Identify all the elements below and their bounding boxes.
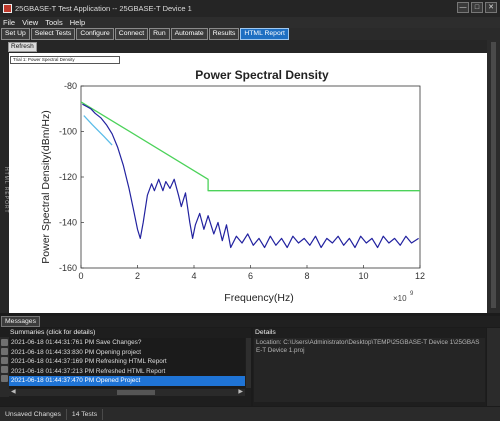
x-tick-label: 10 — [358, 271, 368, 281]
unsaved-changes-status: Unsaved Changes — [0, 408, 67, 420]
title-bar: 25GBASE-T Test Application -- 25GBASE-T … — [0, 0, 500, 17]
error-filter-icon[interactable] — [1, 357, 8, 364]
hscroll-thumb[interactable] — [117, 390, 155, 395]
psd-chart: Power Spectral Density Power Spectral De… — [40, 68, 425, 304]
clear-icon[interactable] — [1, 375, 8, 382]
tab-select-tests[interactable]: Select Tests — [30, 28, 76, 40]
y-tick-label: -140 — [59, 218, 77, 228]
scroll-left-icon[interactable]: ◀ — [11, 389, 16, 395]
report-scrollbar[interactable] — [487, 40, 500, 313]
tab-connect[interactable]: Connect — [114, 28, 149, 40]
message-list-scrollbar[interactable] — [246, 338, 251, 388]
message-list: 2021-06-18 01:44:31:761 PM Save Changes?… — [9, 338, 245, 388]
menu-file[interactable]: File — [3, 17, 15, 28]
message-sidebar — [0, 337, 9, 397]
y-tick-label: -160 — [59, 263, 77, 273]
summaries-header: Summaries (click for details) — [10, 329, 96, 336]
info-filter-icon[interactable] — [1, 339, 8, 346]
report-area: Refresh HTML REPORT Trial 1: Power Spect… — [0, 40, 500, 313]
tab-html-report[interactable]: HTML Report — [240, 28, 289, 40]
tab-run[interactable]: Run — [149, 28, 170, 40]
pin-icon[interactable] — [1, 366, 8, 373]
tab-automate[interactable]: Automate — [170, 28, 208, 40]
x-axis-label: Frequency(Hz) — [224, 292, 293, 304]
menu-help[interactable]: Help — [70, 17, 85, 28]
scroll-right-icon[interactable]: ▶ — [238, 389, 243, 395]
y-tick-label: -100 — [59, 127, 77, 137]
message-list-hscrollbar[interactable]: ◀ ▶ — [9, 389, 245, 396]
x-tick-label: 6 — [248, 271, 253, 281]
tab-set-up[interactable]: Set Up — [1, 28, 30, 40]
minimize-button[interactable]: — — [457, 2, 469, 13]
close-button[interactable]: ✕ — [485, 2, 497, 13]
details-scrollbar[interactable] — [487, 328, 500, 406]
window-controls: — □ ✕ — [457, 2, 497, 13]
tab-results[interactable]: Results — [208, 28, 240, 40]
window-title: 25GBASE-T Test Application -- 25GBASE-T … — [15, 4, 192, 13]
list-item-selected[interactable]: 2021-06-18 01:44:37:470 PM Opened Projec… — [9, 376, 245, 386]
refresh-button[interactable]: Refresh — [8, 42, 37, 52]
list-item[interactable]: 2021-06-18 01:44:33:830 PM Opening proje… — [9, 348, 245, 358]
x-tick-label: 0 — [78, 271, 83, 281]
x-exponent-label: ×10 — [393, 294, 407, 303]
app-icon — [3, 4, 12, 13]
details-panel: Details Location: C:\Users\Administrator… — [253, 328, 486, 406]
menu-bar: File View Tools Help — [0, 17, 500, 28]
list-item[interactable]: 2021-06-18 01:44:37:169 PM Refreshing HT… — [9, 357, 245, 367]
x-tick-label: 4 — [191, 271, 196, 281]
messages-tab[interactable]: Messages — [1, 316, 40, 327]
chart-title: Power Spectral Density — [195, 68, 329, 82]
status-bar: Unsaved Changes 14 Tests — [0, 407, 500, 421]
y-tick-label: -120 — [59, 172, 77, 182]
details-header: Details — [255, 329, 276, 336]
summaries-panel: Summaries (click for details) 2021-06-18… — [0, 328, 251, 406]
test-count-status: 14 Tests — [67, 408, 104, 420]
tab-bar: Set Up Select Tests Configure Connect Ru… — [0, 28, 500, 40]
list-item[interactable]: 2021-06-18 01:44:37:213 PM Refreshed HTM… — [9, 367, 245, 377]
y-tick-label: -80 — [64, 81, 77, 91]
maximize-button[interactable]: □ — [471, 2, 483, 13]
html-report-side-label: HTML REPORT — [3, 166, 9, 214]
x-tick-label: 8 — [304, 271, 309, 281]
y-axis-label: Power Spectral Density(dBm/Hz) — [40, 110, 52, 263]
x-tick-label: 2 — [135, 271, 140, 281]
menu-view[interactable]: View — [22, 17, 38, 28]
details-text: Location: C:\Users\Administrator\Desktop… — [254, 338, 485, 402]
report-scroll-thumb[interactable] — [491, 42, 496, 308]
menu-tools[interactable]: Tools — [45, 17, 63, 28]
warning-filter-icon[interactable] — [1, 348, 8, 355]
x-exponent-power: 9 — [410, 291, 414, 297]
html-report-view[interactable]: Trial 1: Power Spectral Density Power Sp… — [9, 53, 487, 313]
list-item[interactable]: 2021-06-18 01:44:31:761 PM Save Changes? — [9, 338, 245, 348]
tab-configure[interactable]: Configure — [76, 28, 114, 40]
messages-bar: Messages — [0, 316, 500, 327]
x-tick-label: 12 — [415, 271, 425, 281]
